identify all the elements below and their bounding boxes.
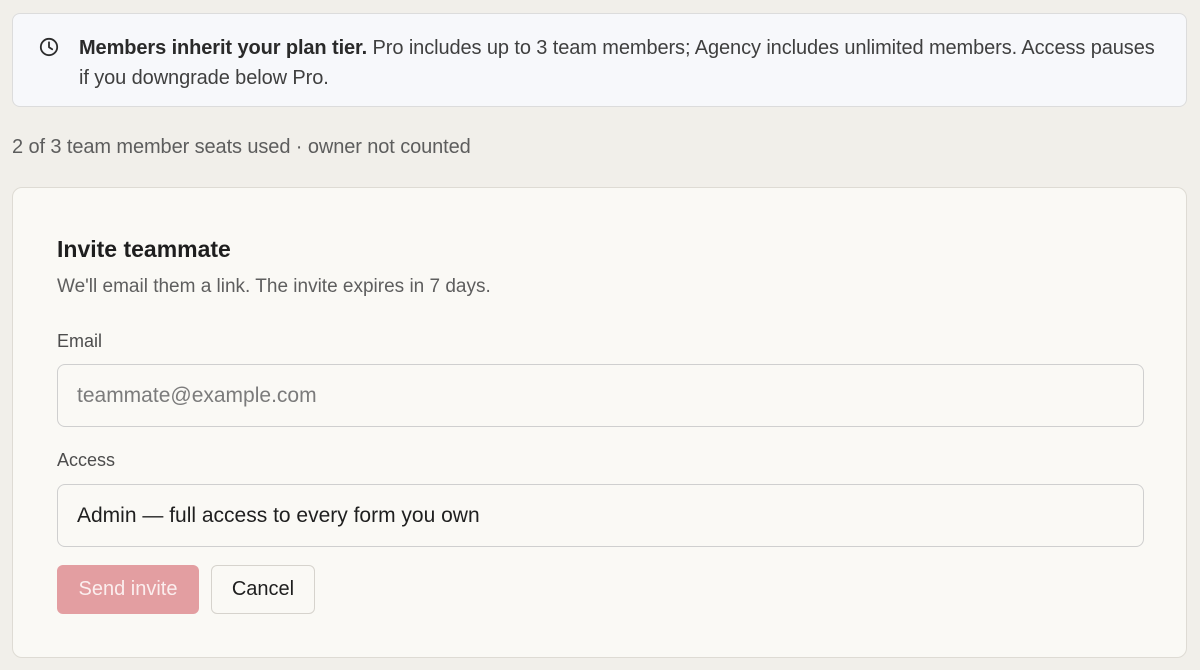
page: Members inherit your plan tier. Pro incl… (0, 0, 1200, 670)
send-invite-button[interactable]: Send invite (57, 565, 199, 614)
email-label: Email (57, 331, 103, 351)
email-input[interactable] (57, 364, 1144, 427)
notice-text: Members inherit your plan tier. Pro incl… (79, 33, 1166, 93)
invite-subtitle: We'll email them a link. The invite expi… (57, 276, 491, 297)
invite-title: Invite teammate (57, 236, 231, 262)
seat-usage-text: 2 of 3 team member seats used · owner no… (12, 136, 471, 158)
access-select[interactable]: Admin — full access to every form you ow… (57, 484, 1144, 547)
cancel-button[interactable]: Cancel (211, 565, 315, 614)
notice-bold-text: Members inherit your plan tier. (79, 37, 368, 59)
clock-icon (39, 37, 59, 57)
invite-teammate-card: Invite teammate We'll email them a link.… (12, 187, 1187, 658)
access-select-value: Admin — full access to every form you ow… (77, 503, 480, 527)
plan-tier-notice: Members inherit your plan tier. Pro incl… (12, 13, 1187, 107)
access-label: Access (57, 450, 116, 470)
